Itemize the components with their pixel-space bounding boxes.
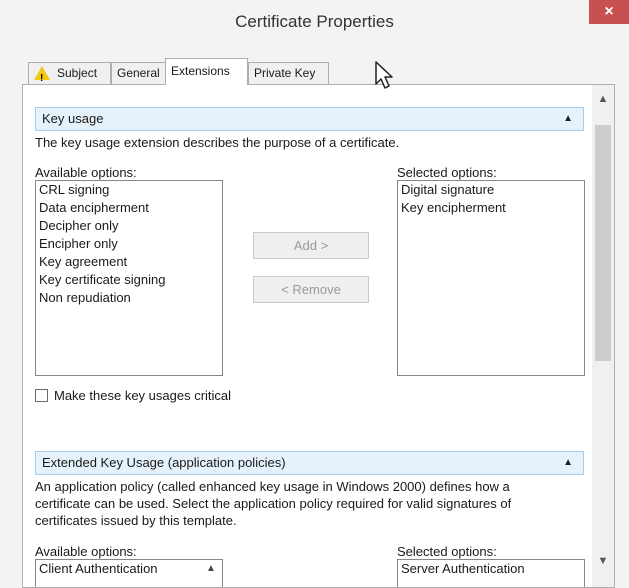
close-button[interactable]: × xyxy=(589,0,629,24)
title-bar: Certificate Properties × xyxy=(0,0,629,40)
list-item[interactable]: Key agreement xyxy=(36,253,222,271)
key-usage-description: The key usage extension describes the pu… xyxy=(35,135,400,150)
eku-header-label: Extended Key Usage (application policies… xyxy=(42,455,286,470)
eku-selected-list[interactable]: Server Authentication xyxy=(397,559,585,587)
list-item[interactable]: Key encipherment xyxy=(398,199,584,217)
warning-icon xyxy=(34,66,50,89)
collapse-chevron-icon[interactable]: ▲ xyxy=(563,452,573,474)
extensions-panel: Key usage ▲ The key usage extension desc… xyxy=(22,84,615,588)
key-usage-header-label: Key usage xyxy=(42,111,104,126)
eku-description-line: certificate can be used. Select the appl… xyxy=(35,496,512,511)
tab-subject[interactable]: Subject xyxy=(28,62,111,89)
available-options-list[interactable]: CRL signing Data encipherment Decipher o… xyxy=(35,180,223,376)
list-item[interactable]: Data encipherment xyxy=(36,199,222,217)
critical-checkbox-label: Make these key usages critical xyxy=(54,388,232,403)
key-usage-header[interactable]: Key usage ▲ xyxy=(35,107,584,131)
list-item[interactable]: Client Authentication xyxy=(36,560,222,578)
window-title: Certificate Properties xyxy=(235,12,394,31)
scroll-up-arrow-icon[interactable]: ▲ xyxy=(592,93,614,107)
vertical-scrollbar[interactable]: ▲ ▼ xyxy=(592,85,614,587)
certificate-properties-window: Certificate Properties × Subject General… xyxy=(0,0,629,588)
mouse-cursor-icon xyxy=(375,61,393,89)
tab-general-label: General xyxy=(117,66,160,80)
eku-selected-label: Selected options: xyxy=(397,544,497,559)
remove-button[interactable]: < Remove xyxy=(253,276,369,303)
eku-description-line: An application policy (called enhanced k… xyxy=(35,479,510,494)
scroll-down-arrow-icon[interactable]: ▼ xyxy=(592,555,614,569)
eku-available-label: Available options: xyxy=(35,544,137,559)
scrollbar-thumb[interactable] xyxy=(595,125,611,361)
list-item[interactable]: Digital signature xyxy=(398,181,584,199)
list-item[interactable]: CRL signing xyxy=(36,181,222,199)
tab-private-key-label: Private Key xyxy=(254,66,316,80)
eku-header[interactable]: Extended Key Usage (application policies… xyxy=(35,451,584,475)
add-button[interactable]: Add > xyxy=(253,232,369,259)
tab-extensions-label: Extensions xyxy=(171,64,230,78)
available-options-label: Available options: xyxy=(35,165,137,180)
eku-available-list[interactable]: Client Authentication ▲ xyxy=(35,559,223,587)
tab-private-key[interactable]: Private Key xyxy=(248,62,329,84)
list-item[interactable]: Non repudiation xyxy=(36,289,222,307)
selected-options-list[interactable]: Digital signature Key encipherment xyxy=(397,180,585,376)
list-scroll-up-icon[interactable]: ▲ xyxy=(206,563,216,574)
selected-options-label: Selected options: xyxy=(397,165,497,180)
critical-checkbox[interactable] xyxy=(35,389,48,402)
tab-general[interactable]: General xyxy=(111,62,166,84)
eku-description-line: certificates issued by this template. xyxy=(35,513,237,528)
list-item[interactable]: Server Authentication xyxy=(398,560,584,578)
list-item[interactable]: Encipher only xyxy=(36,235,222,253)
list-item[interactable]: Key certificate signing xyxy=(36,271,222,289)
list-item[interactable]: Decipher only xyxy=(36,217,222,235)
tab-extensions[interactable]: Extensions xyxy=(165,58,248,85)
collapse-chevron-icon[interactable]: ▲ xyxy=(563,108,573,130)
tab-subject-label: Subject xyxy=(57,66,98,80)
